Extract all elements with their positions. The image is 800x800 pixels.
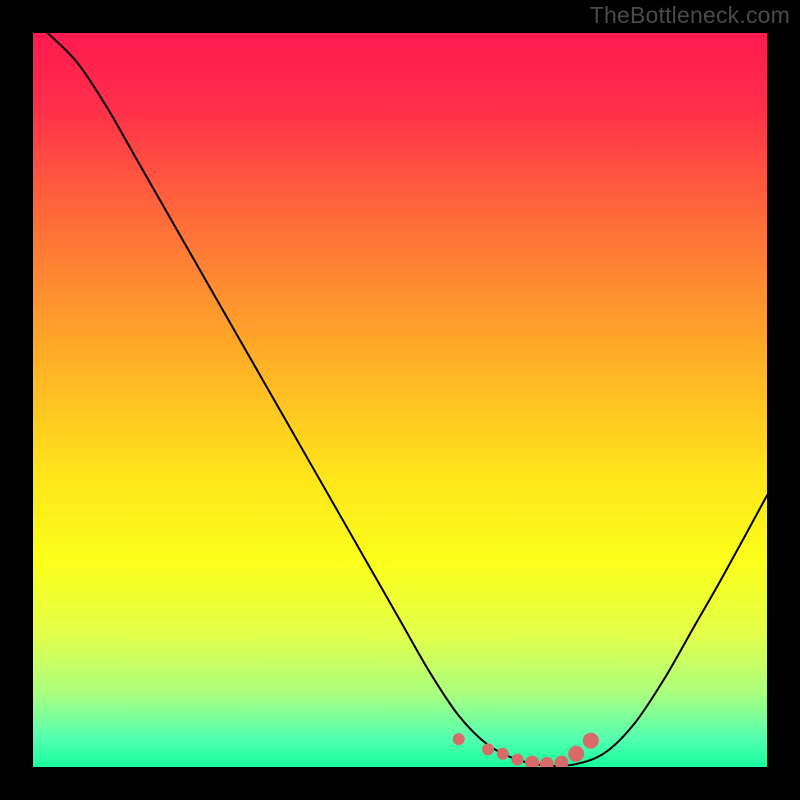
chart-frame: TheBottleneck.com (0, 0, 800, 800)
curve-marker (583, 733, 599, 749)
curve-marker (482, 743, 494, 755)
curve-marker (568, 746, 584, 762)
curve-marker (497, 748, 509, 760)
chart-plot-area (33, 33, 767, 767)
curve-marker (453, 733, 465, 745)
curve-marker (511, 754, 523, 766)
watermark-text: TheBottleneck.com (590, 2, 790, 29)
chart-svg (33, 33, 767, 767)
chart-background (33, 33, 767, 767)
